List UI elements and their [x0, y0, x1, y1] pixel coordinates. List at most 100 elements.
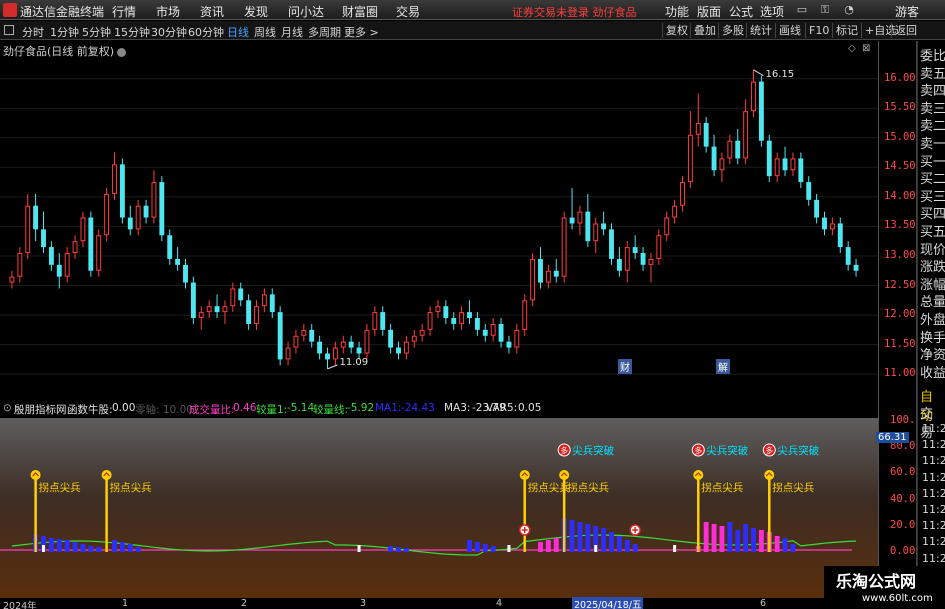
break-label: 尖兵突破 — [777, 445, 820, 457]
indicator-bar — [474, 542, 480, 552]
var5-label: VAR5: — [486, 402, 518, 414]
toggle-panel-icon[interactable] — [4, 25, 14, 35]
line2-label: 较量线: — [313, 404, 349, 416]
back-button[interactable]: 返回 — [891, 23, 920, 38]
multi-stock-button[interactable]: 多股 — [718, 23, 747, 38]
app-title: 通达信金融终端 — [20, 5, 105, 19]
candle-body-down — [348, 341, 354, 348]
indicator-bar — [467, 540, 472, 552]
signal-label: 拐点尖兵 — [701, 482, 744, 494]
period-toolbar: 分时 1分钟 5分钟 15分钟 30分钟 60分钟 日线 周线 月线 多周期 更… — [0, 21, 945, 40]
candlestick-chart[interactable]: 劲仔食品(日线 前复权) ◇ ⊠ 16.15 11.09 财 解 — [0, 41, 878, 398]
indicator-name[interactable]: 殷朋指标网 — [14, 402, 67, 417]
stats-button[interactable]: 统计 — [746, 23, 775, 38]
candle-body-up — [680, 182, 685, 206]
period-60min[interactable]: 60分钟 — [188, 24, 224, 40]
price-tick-label: 11.50 — [884, 337, 916, 350]
event-unlock-marker[interactable]: 解 — [716, 359, 730, 374]
period-multi[interactable]: 多周期 — [308, 24, 341, 40]
candle-body-up — [593, 223, 599, 242]
indicator-bar — [585, 524, 591, 552]
f10-button[interactable]: F10 — [805, 23, 832, 38]
indicator-bar — [88, 546, 94, 552]
time-axis: 2024年 1 2 3 4 5 6 2025/04/18/五 — [0, 597, 878, 609]
overlay-button[interactable]: 叠加 — [690, 23, 719, 38]
indicator-bar — [751, 528, 756, 552]
line1-label: 较量1: — [256, 404, 288, 416]
window-icon[interactable]: ▭ — [795, 3, 809, 17]
indicator-bar — [112, 540, 117, 552]
candlestick-svg — [0, 69, 878, 375]
indicator-bar — [577, 522, 583, 552]
signal-head-icon — [519, 470, 530, 480]
period-1min[interactable]: 1分钟 — [50, 24, 79, 40]
price-tick-label: 12.50 — [884, 278, 916, 291]
menu-layout[interactable]: 版面 — [697, 3, 721, 20]
candle-body-down — [269, 294, 275, 313]
candle-body-up — [80, 217, 86, 242]
candle-body-down — [41, 229, 46, 248]
mark-button[interactable]: 标记 — [832, 23, 861, 38]
indicator-bar — [48, 538, 54, 552]
white-tick-bar — [42, 545, 45, 552]
menu-formula[interactable]: 公式 — [729, 3, 753, 20]
candle-body-down — [214, 306, 220, 313]
candle-body-up — [372, 312, 378, 330]
tick-time-label: 11:28 — [922, 535, 945, 549]
bell-icon[interactable]: ◔ — [842, 3, 856, 17]
tick-time-label: 11:28 — [922, 438, 945, 452]
adjust-button[interactable]: 复权 — [662, 23, 691, 38]
period-more[interactable]: 更多 > — [344, 24, 379, 40]
period-monthly[interactable]: 月线 — [281, 24, 303, 40]
price-tick-label: 15.50 — [884, 101, 916, 114]
collapse-dot-icon[interactable] — [117, 47, 127, 57]
candle-body-down — [119, 164, 125, 218]
period-tick[interactable]: 分时 — [22, 24, 44, 40]
menu-ask[interactable]: 问小达 — [288, 3, 324, 20]
candle-body-down — [822, 217, 827, 230]
candle-body-up — [672, 205, 678, 218]
menu-function[interactable]: 功能 — [665, 3, 689, 20]
period-daily[interactable]: 日线 — [227, 24, 249, 40]
menu-trade[interactable]: 交易 — [396, 3, 420, 20]
price-tick-label: 11.00 — [884, 367, 916, 380]
tick-time-label: 11:28 — [922, 503, 945, 516]
candle-body-up — [624, 247, 630, 271]
period-15min[interactable]: 15分钟 — [114, 24, 150, 40]
signal-head-icon — [764, 470, 775, 480]
period-weekly[interactable]: 周线 — [254, 24, 276, 40]
menu-news[interactable]: 资讯 — [200, 3, 224, 20]
menu-wealth[interactable]: 财富圈 — [342, 3, 378, 20]
candle-body-down — [277, 312, 283, 360]
quote-item-label: 委比 — [920, 49, 945, 64]
candle-body-up — [577, 211, 583, 224]
price-tick-label: 15.00 — [884, 130, 916, 143]
candle-body-down — [766, 140, 772, 177]
lock-icon[interactable]: ⚿ — [818, 3, 832, 17]
menu-discover[interactable]: 发现 — [244, 3, 268, 20]
indicator-bar — [609, 532, 614, 552]
event-finance-marker[interactable]: 财 — [618, 359, 632, 374]
indicator-bar — [538, 542, 543, 552]
diamond-icon[interactable]: ◇ — [848, 43, 856, 54]
time-cursor-label: 2025/04/18/五 — [572, 597, 644, 609]
close-box-icon[interactable]: ⊠ — [862, 43, 870, 54]
indicator-bar — [127, 544, 133, 552]
candle-body-down — [183, 264, 188, 283]
watermark-title: 乐淘公式网 — [836, 572, 917, 591]
menu-market[interactable]: 市场 — [156, 3, 180, 20]
user-guest[interactable]: 游客 — [895, 3, 919, 20]
draw-button[interactable]: 画线 — [775, 23, 804, 38]
tick-time-label: 11:28 — [922, 519, 945, 533]
period-30min[interactable]: 30分钟 — [151, 24, 187, 40]
candle-body-down — [443, 306, 449, 319]
candle-body-down — [467, 312, 472, 319]
indicator-collapse-icon[interactable]: ⊙ — [3, 402, 12, 414]
menu-quotes[interactable]: 行情 — [112, 3, 136, 20]
period-5min[interactable]: 5分钟 — [82, 24, 111, 40]
menu-options[interactable]: 选项 — [760, 3, 784, 20]
indicator-bar — [774, 536, 780, 552]
candle-body-up — [829, 223, 835, 230]
candle-body-down — [356, 347, 362, 354]
candle-body-up — [719, 158, 725, 171]
